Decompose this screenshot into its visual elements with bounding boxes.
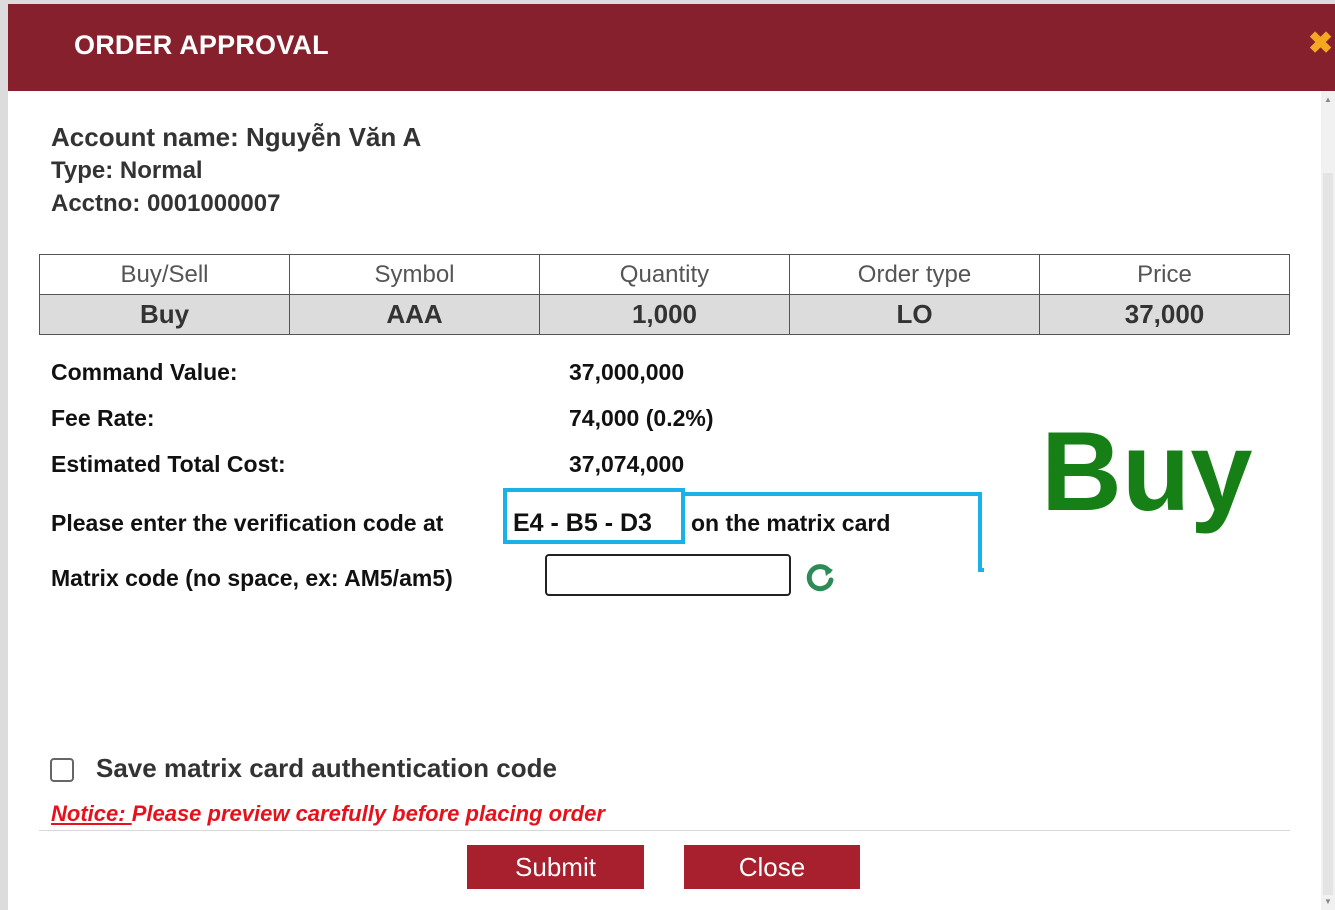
matrix-code-input[interactable] [545, 554, 791, 596]
command-value: 37,000,000 [569, 359, 685, 385]
notice-text: Notice: Please preview carefully before … [51, 801, 605, 827]
header-order-type: Order type [789, 254, 1040, 295]
fee-rate-value: 74,000 (0.2%) [569, 405, 714, 431]
scrollbar-thumb[interactable] [1323, 173, 1333, 895]
close-button[interactable]: Close [684, 845, 860, 889]
header-price: Price [1039, 254, 1290, 295]
code-highlight-box [503, 488, 685, 544]
save-matrix-label[interactable]: Save matrix card authentication code [96, 753, 557, 784]
submit-button[interactable]: Submit [467, 845, 644, 889]
matrix-code-label: Matrix code (no space, ex: AM5/am5) [51, 565, 453, 591]
close-icon[interactable]: ✖ [1308, 26, 1333, 61]
cell-quantity: 1,000 [539, 294, 790, 335]
account-number: Acctno: 0001000007 [51, 190, 281, 217]
cell-symbol: AAA [289, 294, 540, 335]
notice-message: Please preview carefully before placing … [131, 801, 605, 826]
save-matrix-checkbox[interactable] [50, 758, 74, 782]
buy-annotation-label: Buy [1041, 409, 1253, 534]
order-approval-dialog: ORDER APPROVAL ✖ ▲ ▼ Account name: Nguyễ… [8, 4, 1335, 910]
order-table: Buy/Sell Symbol Quantity Order type Pric… [39, 254, 1290, 335]
notice-prefix: Notice: [51, 801, 132, 826]
total-cost-value: 37,074,000 [569, 451, 685, 477]
header-symbol: Symbol [289, 254, 540, 295]
scrollbar[interactable]: ▲ ▼ [1321, 91, 1335, 910]
cell-price: 37,000 [1039, 294, 1290, 335]
account-name: Account name: Nguyễn Văn A [51, 122, 422, 152]
scroll-up-icon[interactable]: ▲ [1324, 95, 1332, 104]
cell-buy-sell: Buy [39, 294, 290, 335]
footer-divider [39, 830, 1290, 831]
dialog-header: ORDER APPROVAL ✖ [8, 4, 1335, 91]
header-buy-sell: Buy/Sell [39, 254, 290, 295]
refresh-icon[interactable] [802, 560, 838, 596]
fee-rate-label: Fee Rate: [51, 405, 155, 431]
dialog-title: ORDER APPROVAL [74, 30, 329, 60]
header-quantity: Quantity [539, 254, 790, 295]
verification-prompt: Please enter the verification code at [51, 510, 444, 536]
table-row: Buy AAA 1,000 LO 37,000 [39, 294, 1290, 335]
cell-order-type: LO [789, 294, 1040, 335]
command-value-label: Command Value: [51, 359, 238, 385]
table-header-row: Buy/Sell Symbol Quantity Order type Pric… [39, 254, 1290, 295]
total-cost-label: Estimated Total Cost: [51, 451, 286, 477]
account-type: Type: Normal [51, 157, 203, 184]
scroll-down-icon[interactable]: ▼ [1324, 897, 1332, 906]
